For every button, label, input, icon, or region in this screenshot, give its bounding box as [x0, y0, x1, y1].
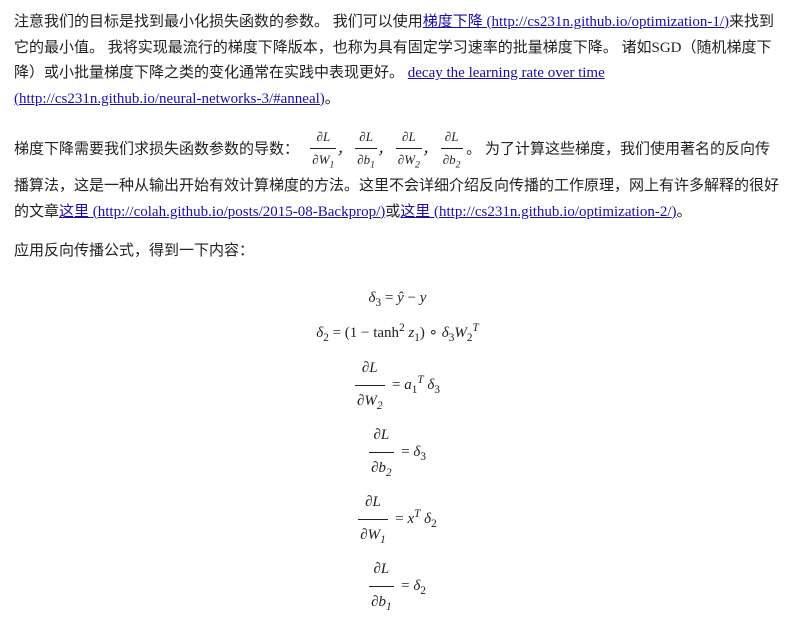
link-decay-learning-rate[interactable]: decay the learning rate over time (http:…	[14, 65, 605, 107]
p3-text: 应用反向传播公式，得到一下内容：	[14, 243, 254, 259]
p1-text1: 注意我们的目标是找到最小化损失函数的参数。 我们可以使用	[14, 14, 423, 30]
equation-1: δ3 = ŷ − y	[14, 283, 781, 316]
link-cs231n-opt2[interactable]: 这里 (http://cs231n.github.io/optimization…	[400, 204, 676, 220]
link-gradient-descent[interactable]: 梯度下降 (http://cs231n.github.io/optimizati…	[423, 14, 729, 30]
paragraph-2: 梯度下降需要我们求损失函数参数的导数： ∂L ∂W1 ， ∂L ∂b1 ， ∂L…	[14, 126, 781, 225]
equation-2: δ2 = (1 − tanh2 z1) ∘ δ3W2T	[14, 317, 781, 351]
paragraph-1: 注意我们的目标是找到最小化损失函数的参数。 我们可以使用梯度下降 (http:/…	[14, 10, 781, 112]
equation-4: ∂L ∂b2 = δ3	[14, 420, 781, 485]
page-content: 注意我们的目标是找到最小化损失函数的参数。 我们可以使用梯度下降 (http:/…	[14, 10, 781, 620]
p2-math-inline: ∂L ∂W1 ， ∂L ∂b1 ， ∂L ∂W2 ， ∂L ∂b2	[303, 142, 466, 158]
math-equations-block: δ3 = ŷ − y δ2 = (1 − tanh2 z1) ∘ δ3W2T ∂…	[14, 283, 781, 620]
equation-3: ∂L ∂W2 = a1T δ3	[14, 353, 781, 418]
paragraph-3: 应用反向传播公式，得到一下内容：	[14, 239, 781, 265]
equation-6: ∂L ∂b1 = δ2	[14, 554, 781, 619]
p2-text1: 梯度下降需要我们求损失函数参数的导数：	[14, 142, 299, 158]
equation-5: ∂L ∂W1 = xT δ2	[14, 487, 781, 552]
link-colah-backprop[interactable]: 这里 (http://colah.github.io/posts/2015-08…	[59, 204, 385, 220]
